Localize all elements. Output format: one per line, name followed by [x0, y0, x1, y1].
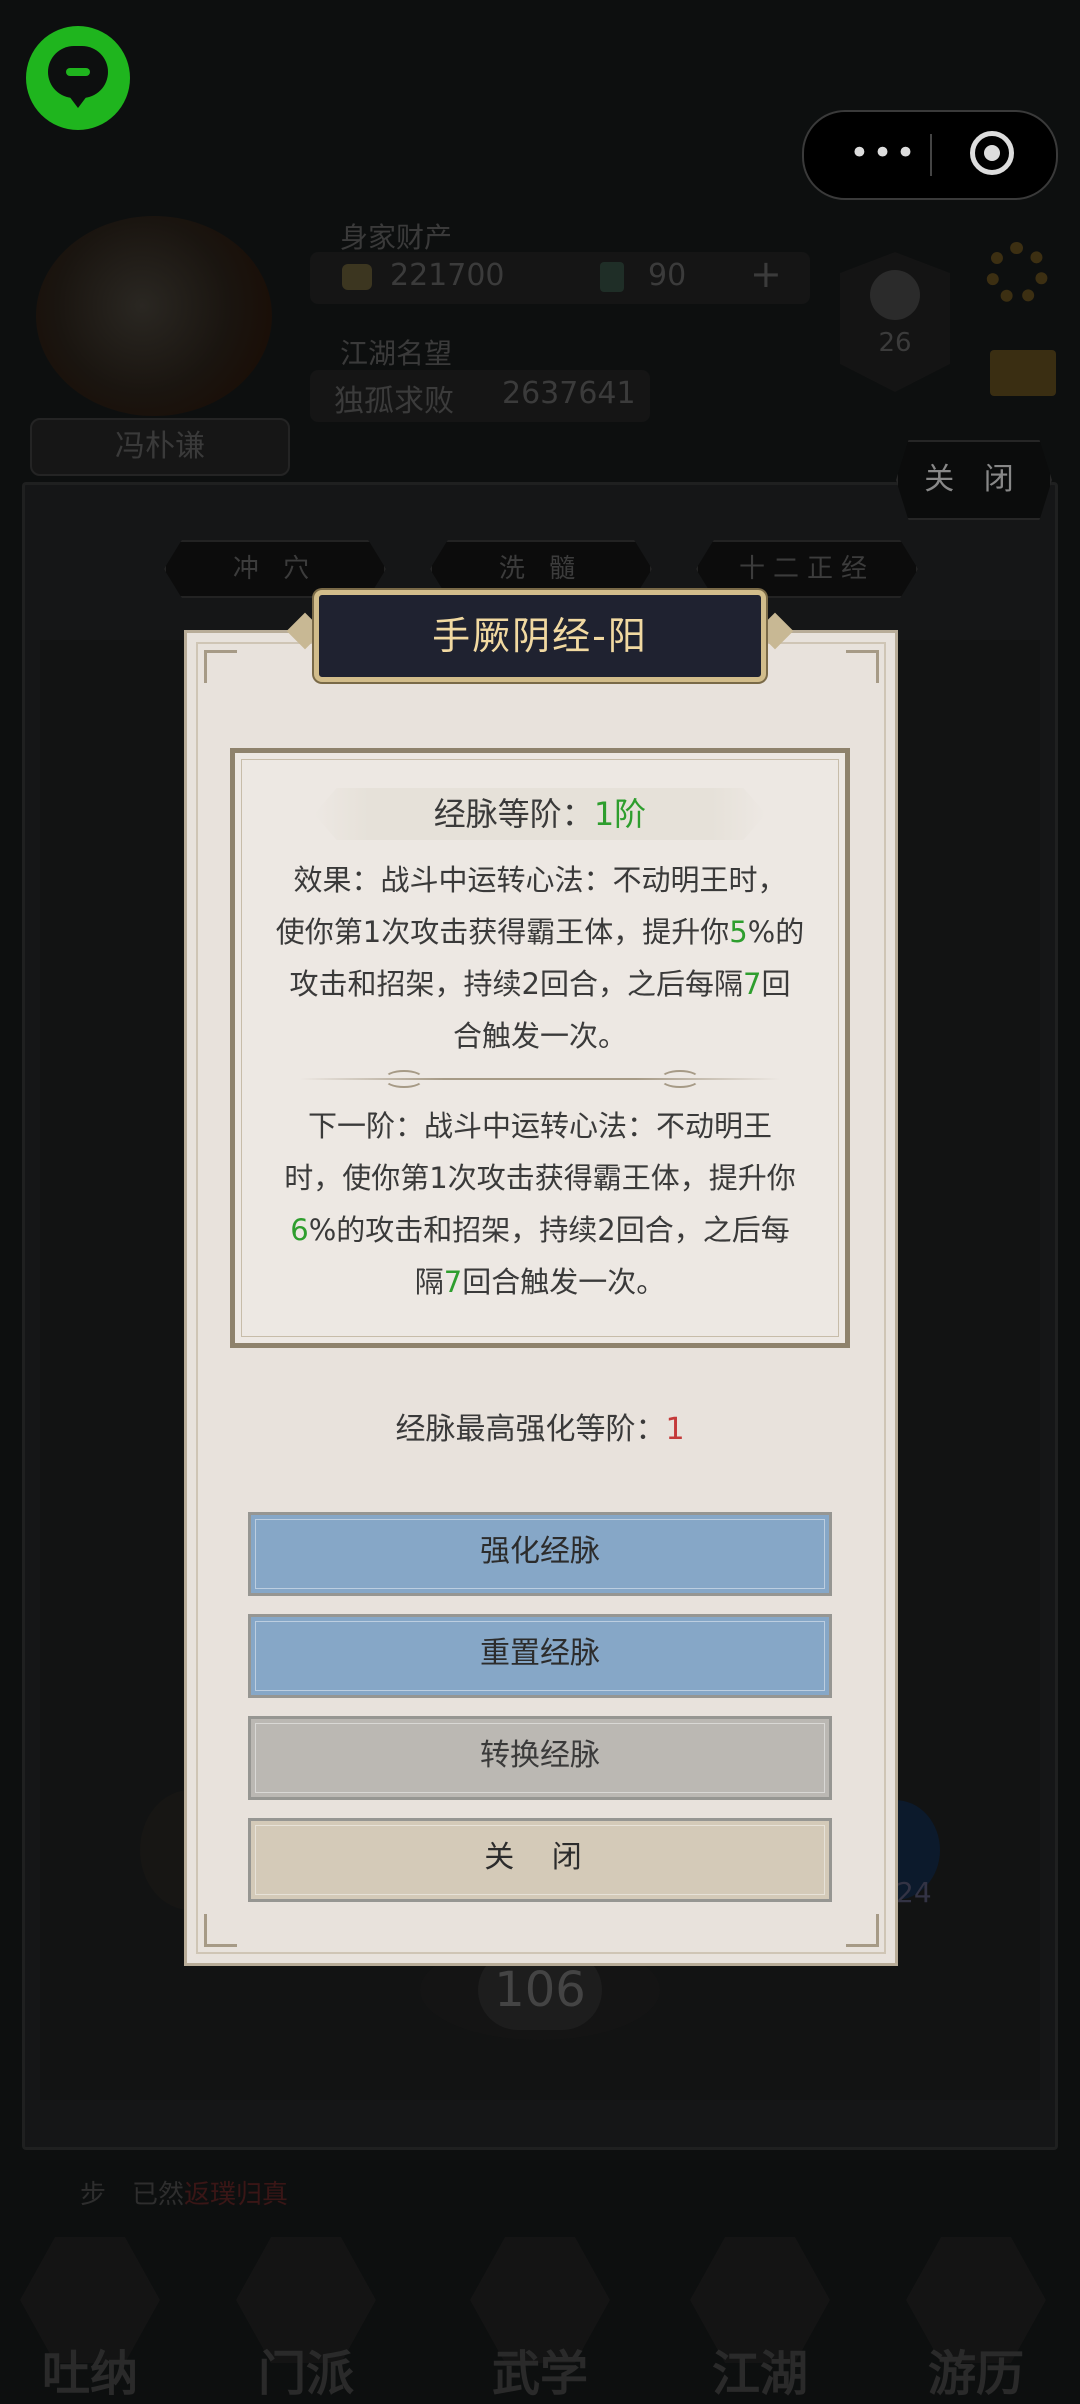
effect-description: 效果：战斗中运转心法：不动明王时， 使你第1次攻击获得霸王体，提升你5%的 攻击…	[250, 854, 830, 1062]
corner-ornament	[846, 650, 879, 683]
fame-bar: 独孤求败 2637641	[310, 370, 650, 422]
meridian-rank: 经脉等阶：1阶	[314, 788, 766, 840]
nav-label: 江湖	[711, 2346, 808, 2402]
app-chat-logo-icon[interactable]	[26, 26, 130, 130]
max-rank-label: 经脉最高强化等阶：	[395, 1412, 666, 1447]
ticker-highlight: 返璞归真	[184, 2180, 289, 2210]
section-divider	[300, 1078, 780, 1080]
corner-ornament	[204, 650, 237, 683]
nav-label: 吐纳	[41, 2346, 138, 2402]
max-rank-value: 1	[665, 1412, 685, 1447]
convert-meridian-button[interactable]: 转换经脉	[248, 1716, 832, 1800]
nav-travel[interactable]: 游历	[886, 2230, 1066, 2402]
nav-martial-arts[interactable]: 武学	[450, 2230, 630, 2402]
nav-label: 游历	[927, 2346, 1024, 2402]
chat-bubble-tail	[66, 92, 90, 108]
ticker-prefix: 步	[80, 2180, 107, 2210]
add-currency-button[interactable]: +	[750, 252, 782, 296]
nav-sect[interactable]: 门派	[216, 2230, 396, 2402]
chat-bubble-bar	[66, 68, 90, 76]
fame-value: 2637641	[502, 376, 636, 411]
player-avatar	[36, 216, 272, 416]
strengthen-meridian-button[interactable]: 强化经脉	[248, 1512, 832, 1596]
yinyang-level-badge[interactable]: 26	[840, 252, 950, 392]
mini-program-capsule: •••	[802, 110, 1058, 200]
news-ticker: 步 已然返璞归真	[80, 2174, 288, 2211]
rank-label: 经脉等阶：	[433, 795, 594, 833]
wealth-label: 身家财产	[340, 221, 453, 254]
dialog-title: 手厥阴经-阳	[314, 590, 766, 682]
nav-jianghu[interactable]: 江湖	[670, 2230, 850, 2402]
mail-icon[interactable]	[990, 350, 1056, 396]
gear-icon[interactable]	[986, 242, 1048, 304]
fame-label: 江湖名望	[340, 337, 453, 370]
effect-line: 攻击和招架，持续2回合，之后每隔7回	[289, 967, 791, 1001]
next-line: 6%的攻击和招架，持续2回合，之后每	[290, 1213, 790, 1247]
effect-line: 效果：战斗中运转心法：不动明王时，	[293, 863, 787, 897]
yinyang-icon	[870, 270, 920, 320]
corner-ornament	[204, 1914, 237, 1947]
rank-value: 1阶	[593, 795, 647, 833]
fame-title: 独孤求败	[334, 384, 454, 419]
capsule-separator	[930, 134, 932, 176]
badge-level: 26	[878, 328, 912, 358]
gold-amount: 221700	[390, 258, 505, 293]
corner-ornament	[846, 1914, 879, 1947]
next-rank-description: 下一阶：战斗中运转心法：不动明王 时，使你第1次攻击获得霸王体，提升你 6%的攻…	[250, 1100, 830, 1308]
effect-line: 使你第1次攻击获得霸王体，提升你5%的	[275, 915, 805, 949]
effect-line: 合触发一次。	[452, 1019, 627, 1053]
node-number: 24	[896, 1876, 932, 1909]
nav-breathing[interactable]: 吐纳	[0, 2230, 180, 2402]
nav-label: 武学	[491, 2346, 588, 2402]
divider-ornament	[660, 1070, 700, 1088]
nav-label: 门派	[257, 2346, 354, 2402]
ticker-text: 已然	[132, 2180, 185, 2210]
dialog-close-button[interactable]: 关 闭	[248, 1818, 832, 1902]
max-rank-line: 经脉最高强化等阶：1	[240, 1404, 840, 1448]
next-line: 时，使你第1次攻击获得霸王体，提升你	[284, 1161, 796, 1195]
more-dots-icon[interactable]: •••	[844, 136, 924, 172]
player-name: 冯朴谦	[30, 418, 290, 476]
jade-amount: 90	[648, 258, 687, 293]
panel-close-button[interactable]: 关 闭	[896, 440, 1052, 520]
currency-bar: 221700 90 +	[310, 252, 810, 304]
reset-meridian-button[interactable]: 重置经脉	[248, 1614, 832, 1698]
divider-ornament	[384, 1070, 424, 1088]
target-circle-icon[interactable]	[970, 131, 1014, 175]
next-line: 隔7回合触发一次。	[414, 1265, 666, 1299]
next-line: 下一阶：战斗中运转心法：不动明王	[307, 1109, 772, 1143]
gold-ingot-icon	[342, 264, 372, 290]
jade-icon	[600, 262, 624, 292]
